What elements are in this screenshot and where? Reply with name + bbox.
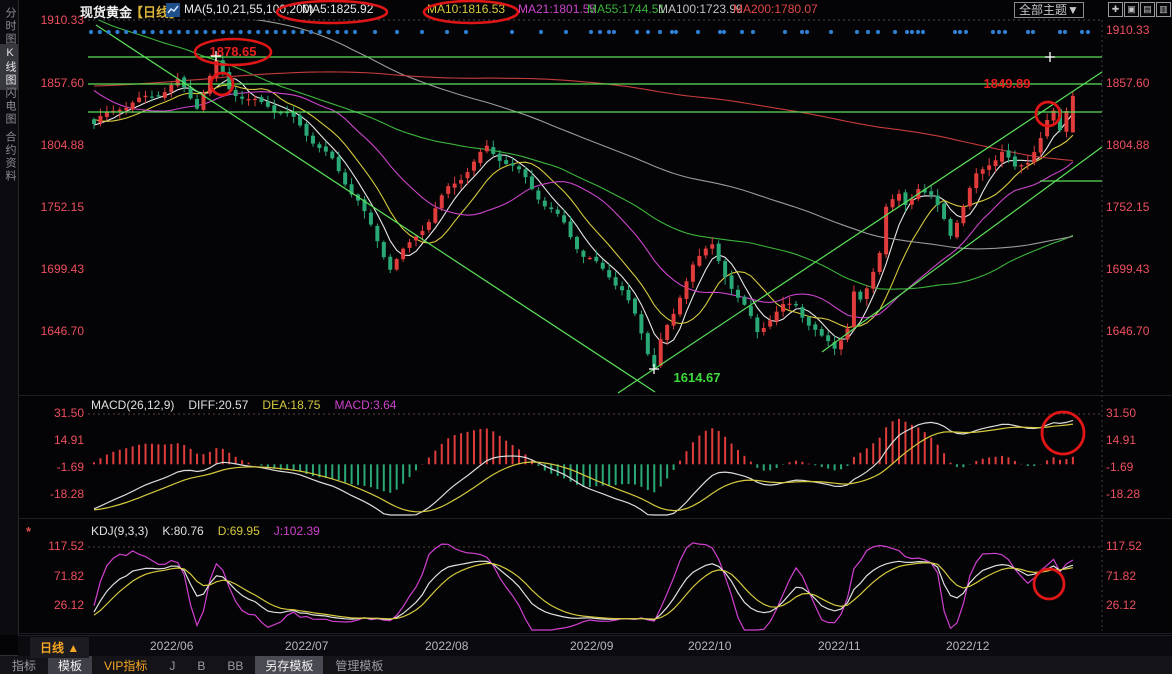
d-line [94,563,1073,619]
ma10-line [94,85,1073,328]
ma-readout: MA100:1723.99 [658,2,743,16]
trend-line [618,72,1102,393]
indicator-readout: KDJ(9,3,3) [91,524,148,538]
ma55-line [94,17,1073,289]
kdj-header: KDJ(9,3,3) K:80.76 D:69.95 J:102.39 [91,524,334,538]
chart-header: 现货黄金 【日线】 MA(5,10,21,55,100,200)MA5:1825… [0,0,1172,20]
chart-canvas[interactable] [0,0,1172,674]
ma-readout: MA5:1825.92 [302,2,373,16]
candles [92,54,1075,369]
ma-readout: MA55:1744.51 [587,2,665,16]
ma-readout: MA(5,10,21,55,100,200) [184,2,313,16]
trend-line [96,25,655,392]
trend-line [822,147,1102,352]
period-selector-chip[interactable]: 日线 ▲ [30,637,89,658]
ma200-line [94,72,1073,161]
month-label: 2022/12 [946,639,989,653]
month-label: 2022/09 [570,639,613,653]
crosshair-icon[interactable]: ✚ [1108,2,1123,17]
trading-app-window: 分时图K线图闪电图合约资料 现货黄金 【日线】 MA(5,10,21,55,10… [0,0,1172,674]
indicator-readout: MACD:3.64 [334,398,396,412]
date-axis-row: 日线 ▲ 2022/06 2022/07 2022/08 2022/09 2022/10… [18,635,1172,656]
macd-panel [94,419,1073,515]
theme-selector-button[interactable]: 全部主题▼ [1014,2,1084,18]
indicator-readout: K:80.76 [162,524,203,538]
month-label: 2022/10 [688,639,731,653]
indicator-readout: MACD(26,12,9) [91,398,174,412]
ma-readout: MA200:1780.07 [733,2,818,16]
indicator-readout: DIFF:20.57 [188,398,248,412]
ma-readout: MA10:1816.53 [427,2,505,16]
indicator-readout: DEA:18.75 [262,398,320,412]
month-label: 2022/07 [285,639,328,653]
indicator-readout: J:102.39 [274,524,320,538]
ma-lines [94,15,1073,344]
ma21-line [94,91,1073,318]
export-pane-icon[interactable]: ▥ [1156,2,1171,17]
grid-layout-icon[interactable]: ▣ [1124,2,1139,17]
indicator-readout: D:69.95 [218,524,260,538]
k-line [94,561,1073,620]
candlestick-chart-icon [166,3,180,17]
month-label: 2022/11 [818,639,861,653]
signal-dots [89,30,1090,34]
ma100-line [94,15,1073,249]
ma5-line [94,79,1073,344]
month-label: 2022/06 [150,639,193,653]
kdj-panel [94,543,1073,630]
indicator-settings-icon[interactable]: * [26,524,31,539]
month-label: 2022/08 [425,639,468,653]
pane-layout-icon[interactable]: ▤ [1140,2,1155,17]
macd-header: MACD(26,12,9) DIFF:20.57 DEA:18.75 MACD:3.6… [91,398,410,412]
symbol-title: 现货黄金 [80,2,132,21]
ma-readout: MA21:1801.55 [518,2,596,16]
j-line [94,543,1073,630]
